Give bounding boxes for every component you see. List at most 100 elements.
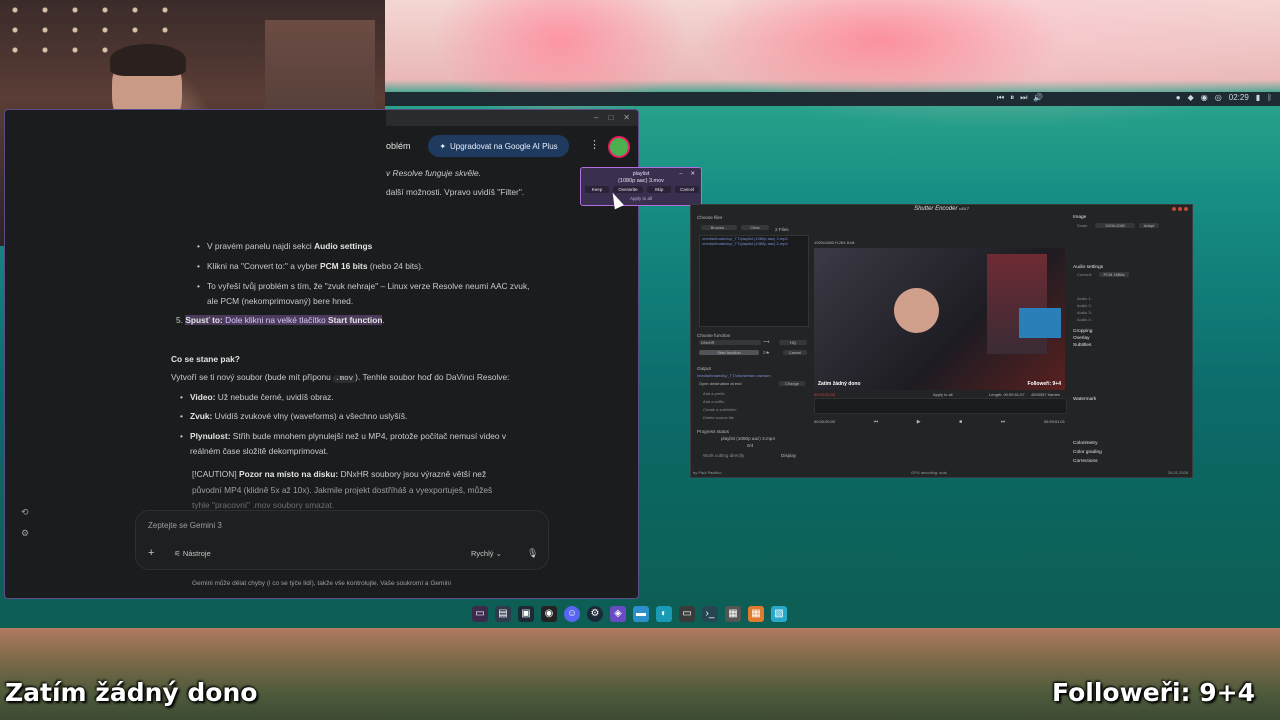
subfolder-option[interactable]: Create a subfolder: [703, 406, 737, 414]
close-icon[interactable]: ✕ [690, 171, 695, 177]
stop-icon[interactable]: ■ [959, 419, 962, 425]
audio-3[interactable]: Audio 3: [1077, 310, 1092, 315]
discord-icon[interactable]: ☺ [564, 606, 580, 622]
media-next-icon[interactable]: ⏭ [1020, 93, 1027, 103]
corrections-section[interactable]: Corrections [1073, 459, 1098, 464]
image-section[interactable]: Image [1073, 215, 1086, 220]
shield-icon[interactable]: ◈ [610, 606, 626, 622]
start-function-button[interactable]: Start function [699, 350, 759, 355]
media-prev-icon[interactable]: ⏮ [997, 93, 1004, 103]
sync-icon[interactable]: ◎ [1215, 93, 1222, 102]
colorimetry-section[interactable]: Colorimetry [1073, 441, 1098, 446]
overlay-section[interactable]: Overlay [1073, 336, 1090, 341]
dialog-controls: – ✕ [679, 171, 695, 177]
delete-source-option[interactable]: Delete source file [703, 414, 737, 422]
clear-button[interactable]: Clear [741, 225, 769, 230]
list-star-icon[interactable]: ≡★ [763, 350, 770, 356]
media-icon[interactable]: ▭ [679, 606, 695, 622]
timecode-start: 00:00:00:00 [814, 392, 836, 397]
files-icon[interactable]: ▤ [495, 606, 511, 622]
app-title-text: Shutter Encoder [914, 206, 958, 212]
tray-app-icon[interactable]: ● [1176, 93, 1181, 102]
timeline[interactable] [814, 398, 1067, 414]
upgrade-button[interactable]: ✦ Upgradovat na Google AI Plus [428, 135, 569, 157]
adapt-button[interactable]: Adapt [1139, 223, 1159, 228]
skip-button[interactable]: Skip [647, 186, 671, 193]
response-line: reálném čase složitě dekomprimovat. [190, 446, 329, 456]
tools-button[interactable]: ⚟ Nástroje [174, 549, 211, 558]
cropping-section[interactable]: Cropping [1073, 329, 1092, 334]
watermark-section[interactable]: Watermark [1073, 397, 1096, 402]
audio-2[interactable]: Audio 2: [1077, 303, 1092, 308]
list-item[interactable]: /media/hradecky/_TT/playlist (1080p aac)… [700, 241, 808, 246]
store-icon[interactable]: ▧ [771, 606, 787, 622]
model-selector[interactable]: Rychlý ⌄ [471, 549, 502, 558]
video-icon[interactable]: ▦ [725, 606, 741, 622]
battery-icon[interactable]: ▮ [1256, 93, 1260, 102]
browse-button[interactable]: Browse... [701, 225, 737, 230]
settings-icon[interactable]: ⚙ [21, 528, 29, 539]
volume-icon[interactable]: 🔊 [1033, 93, 1043, 103]
history-icon[interactable]: ⟲ [21, 507, 29, 518]
grid-icon[interactable]: ▦ [748, 606, 764, 622]
screenshot-icon[interactable]: ▣ [518, 606, 534, 622]
add-icon[interactable]: + [148, 547, 154, 559]
video-preview[interactable]: Zatím žádný dono Followeři: 9+4 [814, 248, 1065, 390]
apply-to-all[interactable]: Apply to all [933, 392, 953, 397]
play-icon[interactable]: ▶ [917, 419, 921, 425]
scale-select[interactable]: 1920x1080 [1095, 223, 1135, 228]
maximize-icon[interactable]: □ [608, 113, 613, 122]
vpn-icon[interactable]: ◉ [1201, 93, 1208, 102]
change-button[interactable]: Change [779, 381, 805, 386]
more-options-icon[interactable]: ⋮ [589, 138, 600, 151]
avatar[interactable] [608, 136, 630, 158]
prompt-input-box[interactable]: Zeptejte se Gemini 3 + ⚟ Nástroje Rychlý… [135, 510, 549, 570]
file-list[interactable]: /media/hradecky/_TT/playlist (1080p aac)… [699, 235, 809, 327]
app-icon[interactable]: ◐ [656, 606, 672, 622]
media-pause-icon[interactable]: ⏸ [1010, 93, 1014, 103]
obs-icon[interactable]: ◉ [541, 606, 557, 622]
progress-filename: playlist (1080p aac) 3.mp4 [721, 436, 775, 441]
code-icon[interactable]: ›_ [702, 606, 718, 622]
output-path[interactable]: /media/hradecky/_TT/obs/stream zaznam [697, 373, 771, 378]
minimize-icon[interactable]: – [594, 113, 598, 122]
network-icon[interactable]: ◆ [1188, 93, 1194, 102]
maximize-icon[interactable] [1178, 207, 1182, 211]
audio-4[interactable]: Audio 4: [1077, 317, 1092, 322]
close-icon[interactable]: ✕ [623, 113, 630, 122]
prefix-option[interactable]: Add a prefix: [703, 390, 737, 398]
prompt-input[interactable]: Zeptejte se Gemini 3 [148, 521, 222, 530]
system-tray: ● ◆ ◉ ◎ 02:29 ▮ ᛒ [1176, 93, 1272, 102]
format-select[interactable]: HQ [779, 340, 807, 345]
terminal-icon[interactable]: ▭ [472, 606, 488, 622]
clock[interactable]: 02:29 [1229, 93, 1249, 102]
cancel-button[interactable]: Cancel [675, 186, 699, 193]
work-cutting-checkbox[interactable]: Work cutting directly [703, 453, 744, 458]
response-line: další možnosti. Vpravo uvidíš "Filter". [386, 187, 525, 197]
audio-1[interactable]: Audio 1: [1077, 296, 1092, 301]
close-icon[interactable] [1184, 207, 1188, 211]
microphone-icon[interactable]: 🎙 [527, 548, 538, 559]
suffix-option[interactable]: Add a suffix: [703, 398, 737, 406]
text-bold: Plynulost: [190, 431, 231, 441]
skip-forward-icon[interactable]: ⏭ [1001, 419, 1006, 425]
skip-back-icon[interactable]: ⏮ [874, 419, 879, 425]
display-checkbox[interactable]: Display [781, 453, 796, 458]
audio-section[interactable]: Audio settings [1073, 265, 1103, 270]
convert-select[interactable]: PCM 16Bits [1099, 272, 1129, 277]
apply-to-all-checkbox[interactable]: Apply to all [581, 196, 701, 201]
list-item: Plynulost: Střih bude mnohem plynulejší … [180, 431, 506, 443]
bluetooth-icon[interactable]: ᛒ [1267, 93, 1272, 102]
minimize-icon[interactable] [1172, 207, 1176, 211]
keep-button[interactable]: Keep [585, 186, 609, 193]
open-destination-checkbox[interactable]: Open destination at end [699, 381, 741, 386]
caution-line: [!CAUTION] Pozor na místo na disku: DNxH… [192, 469, 486, 480]
cancel-button[interactable]: Cancel [783, 350, 807, 355]
steam-icon[interactable]: ⚙ [587, 606, 603, 622]
folder-icon[interactable]: ▬ [633, 606, 649, 622]
minimize-icon[interactable]: – [679, 171, 682, 177]
subtitles-section[interactable]: Subtitles [1073, 343, 1091, 348]
color-grading-section[interactable]: Color grading [1073, 450, 1102, 455]
function-select[interactable]: DNxHR [699, 340, 761, 345]
text-bold: Spusť to: [185, 315, 223, 325]
